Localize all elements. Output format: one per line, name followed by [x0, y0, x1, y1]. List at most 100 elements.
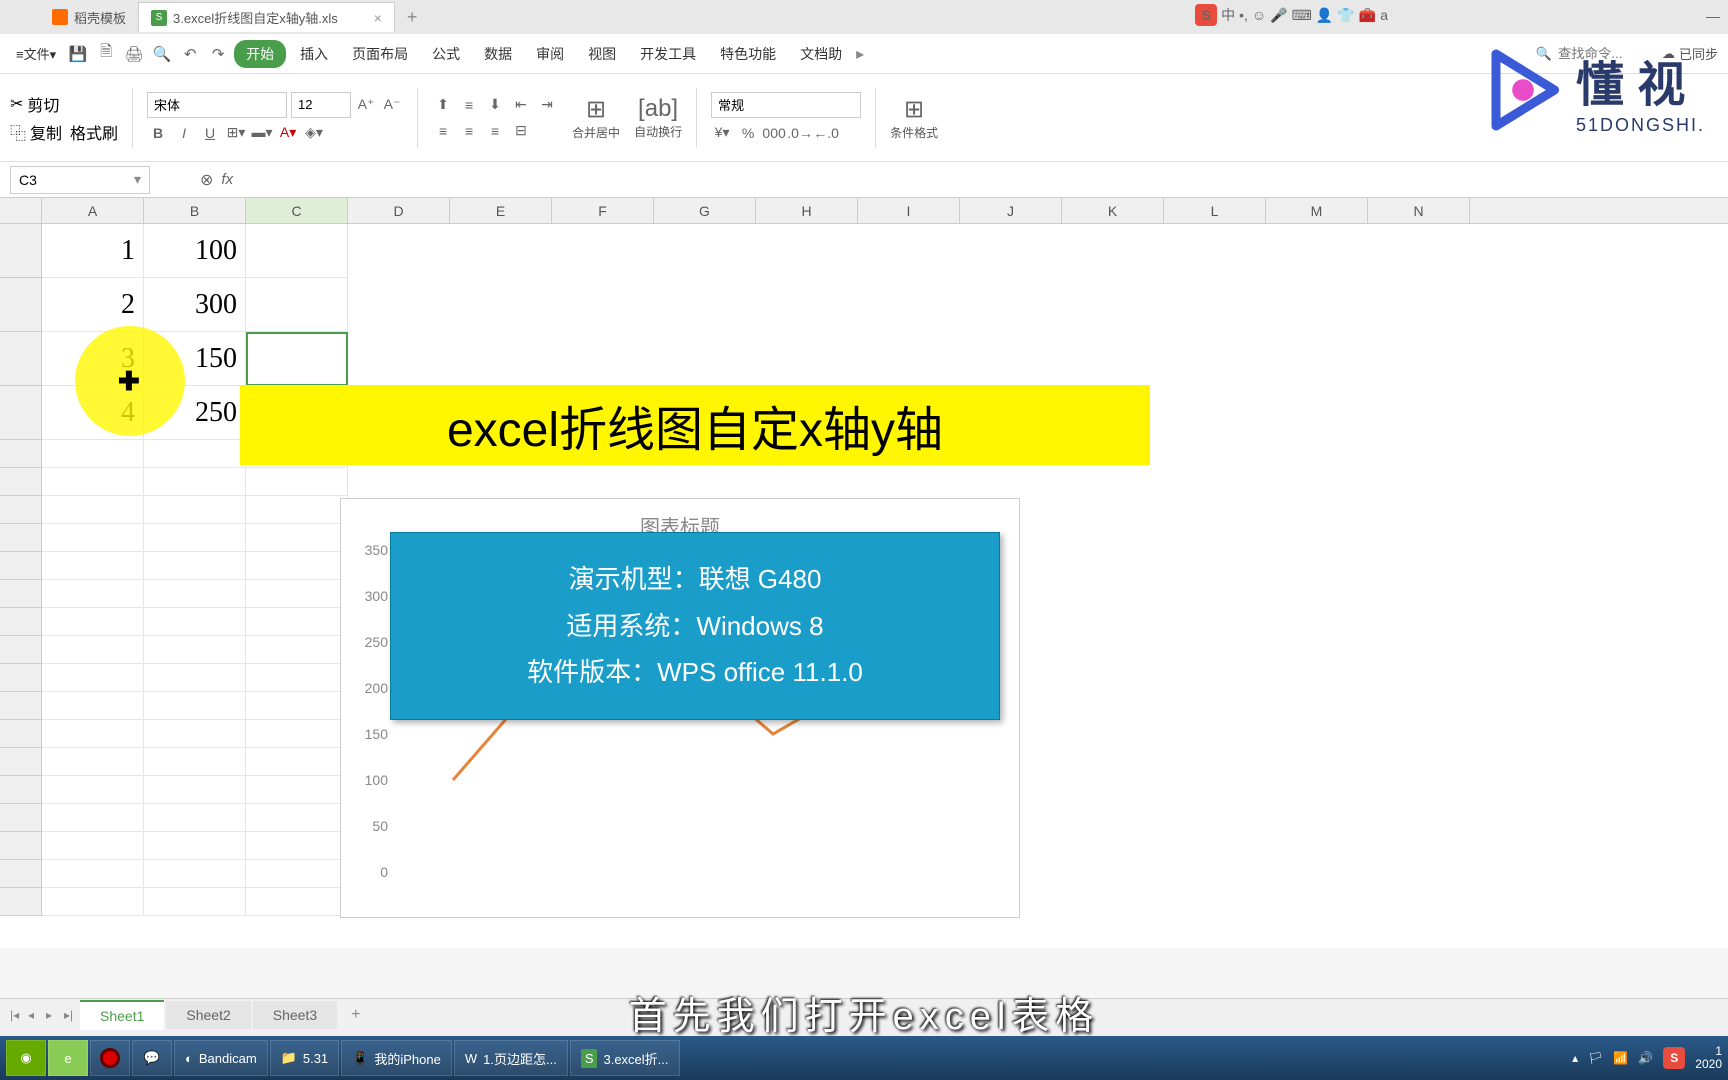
name-box[interactable]: C3 ▾	[10, 166, 150, 194]
cell[interactable]	[42, 776, 144, 804]
row-header[interactable]	[0, 386, 42, 440]
align-left-icon[interactable]: ≡	[432, 120, 454, 142]
taskbar-doc2[interactable]: S 3.excel折...	[570, 1040, 680, 1076]
tray-network-icon[interactable]: 📶	[1613, 1051, 1628, 1065]
sogou-icon[interactable]: S	[1195, 4, 1217, 26]
cell[interactable]	[144, 720, 246, 748]
thousands-icon[interactable]: 000	[763, 122, 785, 144]
cell[interactable]	[42, 664, 144, 692]
cell[interactable]	[42, 748, 144, 776]
merge-center-button[interactable]: ⊞ 合并居中	[568, 93, 624, 143]
cell[interactable]	[144, 804, 246, 832]
row-header[interactable]	[0, 278, 42, 332]
cell[interactable]	[42, 524, 144, 552]
menu-dochelp[interactable]: 文档助	[790, 39, 852, 69]
tray-sound-icon[interactable]: 🔊	[1638, 1051, 1653, 1065]
cell[interactable]	[246, 636, 348, 664]
wrap-text-button[interactable]: [ab] 自动换行	[630, 93, 686, 142]
percent-icon[interactable]: %	[737, 122, 759, 144]
row-header[interactable]	[0, 440, 42, 468]
underline-icon[interactable]: U	[199, 122, 221, 144]
cell-a2[interactable]: 2	[42, 278, 144, 332]
row-header[interactable]	[0, 804, 42, 832]
row-header[interactable]	[0, 608, 42, 636]
align-middle-icon[interactable]: ≡	[458, 94, 480, 116]
merge-icon[interactable]: ⊟	[510, 120, 532, 142]
number-format-select[interactable]	[711, 92, 861, 118]
menu-more-icon[interactable]: ▸	[856, 44, 864, 64]
cell[interactable]	[42, 580, 144, 608]
font-size-select[interactable]	[291, 92, 351, 118]
cell[interactable]	[42, 888, 144, 916]
cell[interactable]	[42, 860, 144, 888]
cell-b3[interactable]: 150	[144, 332, 246, 386]
cell[interactable]	[246, 608, 348, 636]
cancel-fx-icon[interactable]: ⊗	[200, 170, 213, 190]
cell[interactable]	[144, 468, 246, 496]
ime-punct-icon[interactable]: •,	[1239, 7, 1248, 23]
row-header[interactable]	[0, 496, 42, 524]
row-header[interactable]	[0, 692, 42, 720]
start-button[interactable]: ◉	[6, 1040, 46, 1076]
taskbar-iphone[interactable]: 📱 我的iPhone	[341, 1040, 452, 1076]
col-header[interactable]: M	[1266, 198, 1368, 223]
cell[interactable]	[246, 664, 348, 692]
cell[interactable]	[246, 748, 348, 776]
col-header[interactable]: G	[654, 198, 756, 223]
tray-up-icon[interactable]: ▴	[1572, 1051, 1578, 1065]
ime-lang[interactable]: 中	[1221, 5, 1235, 25]
cell[interactable]	[246, 524, 348, 552]
cell[interactable]	[144, 860, 246, 888]
taskbar-doc1[interactable]: W 1.页边距怎...	[454, 1040, 568, 1076]
file-menu[interactable]: ≡文件▾	[10, 40, 62, 67]
row-header[interactable]	[0, 748, 42, 776]
cell[interactable]	[246, 860, 348, 888]
taskbar-bandicam[interactable]: ◐ Bandicam	[174, 1040, 268, 1076]
menu-insert[interactable]: 插入	[290, 39, 338, 69]
bold-icon[interactable]: B	[147, 122, 169, 144]
col-header[interactable]: J	[960, 198, 1062, 223]
tray-clock[interactable]: 1 2020	[1695, 1045, 1722, 1071]
cell[interactable]	[144, 748, 246, 776]
undo-icon[interactable]: ↶	[178, 42, 202, 66]
cut-icon[interactable]: ✂	[10, 94, 23, 114]
cell-a3[interactable]: 3	[42, 332, 144, 386]
cell[interactable]	[246, 496, 348, 524]
col-header[interactable]: E	[450, 198, 552, 223]
record-button[interactable]	[90, 1040, 130, 1076]
cell[interactable]	[246, 580, 348, 608]
menu-start[interactable]: 开始	[234, 40, 286, 68]
col-header[interactable]: C	[246, 198, 348, 223]
row-header[interactable]	[0, 224, 42, 278]
cell[interactable]	[246, 468, 348, 496]
indent-right-icon[interactable]: ⇥	[536, 94, 558, 116]
cell-b1[interactable]: 100	[144, 224, 246, 278]
col-header[interactable]: F	[552, 198, 654, 223]
dec-decimal-icon[interactable]: ←.0	[815, 122, 837, 144]
row-header[interactable]	[0, 832, 42, 860]
cell[interactable]	[42, 720, 144, 748]
cell[interactable]	[144, 552, 246, 580]
cell[interactable]	[246, 888, 348, 916]
row-header[interactable]	[0, 664, 42, 692]
person-icon[interactable]: 👤	[1316, 7, 1333, 24]
menu-layout[interactable]: 页面布局	[342, 39, 418, 69]
file-tab[interactable]: S 3.excel折线图自定x轴y轴.xls ×	[138, 2, 395, 32]
cell[interactable]	[144, 776, 246, 804]
minimize-icon[interactable]: —	[1706, 8, 1720, 24]
indent-left-icon[interactable]: ⇤	[510, 94, 532, 116]
currency-icon[interactable]: ¥▾	[711, 122, 733, 144]
row-header[interactable]	[0, 776, 42, 804]
smiley-icon[interactable]: ☺	[1252, 7, 1266, 23]
col-header[interactable]: A	[42, 198, 144, 223]
col-header[interactable]: B	[144, 198, 246, 223]
cell[interactable]	[42, 608, 144, 636]
align-center-icon[interactable]: ≡	[458, 120, 480, 142]
select-all-corner[interactable]	[0, 198, 42, 223]
align-right-icon[interactable]: ≡	[484, 120, 506, 142]
col-header[interactable]: I	[858, 198, 960, 223]
border-icon[interactable]: ⊞▾	[225, 122, 247, 144]
cell[interactable]	[246, 720, 348, 748]
keyboard-icon[interactable]: ⌨	[1292, 7, 1312, 24]
save-as-icon[interactable]: 🗎	[94, 42, 118, 66]
